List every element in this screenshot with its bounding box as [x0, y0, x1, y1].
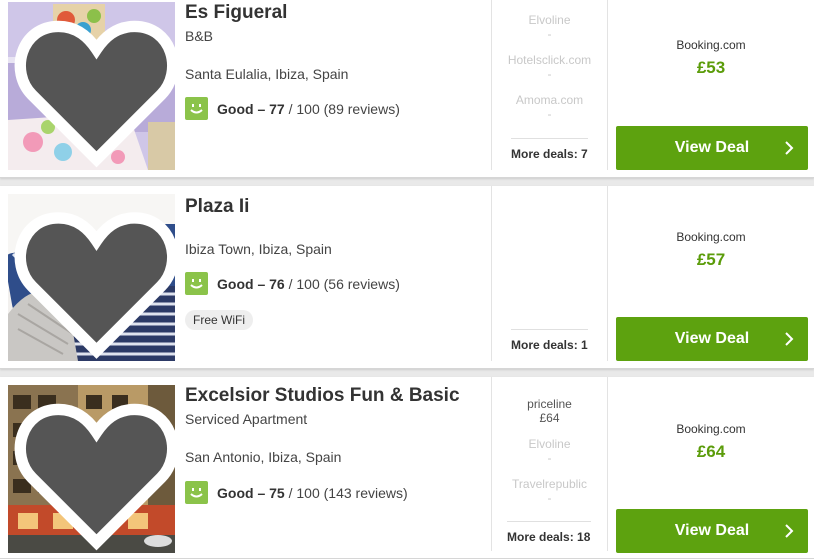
chevron-right-icon — [785, 141, 794, 155]
hotel-card: Es Figueral B&B Santa Eulalia, Ibiza, Sp… — [0, 0, 814, 178]
view-deal-label: View Deal — [674, 139, 750, 156]
deal-price: - — [547, 107, 552, 121]
other-deal[interactable]: Hotelsclick.com - — [492, 53, 607, 81]
other-deal[interactable]: Travelrepublic - — [492, 477, 607, 505]
best-deal-price[interactable]: £64 — [608, 442, 814, 462]
hotel-info: Plaza Ii Ibiza Town, Ibiza, Spain Good –… — [185, 186, 485, 330]
divider — [607, 0, 608, 170]
best-deal-site: Booking.com — [676, 230, 746, 244]
rating-score: 77 — [269, 100, 285, 117]
divider — [607, 186, 608, 361]
view-deal-label: View Deal — [674, 522, 750, 539]
deal-site: Elvoline — [528, 13, 571, 27]
other-deal[interactable]: priceline £64 — [492, 397, 607, 425]
best-deal-price[interactable]: £57 — [608, 250, 814, 270]
hotel-location: Ibiza Town, Ibiza, Spain — [185, 241, 332, 257]
deal-site: Elvoline — [528, 437, 571, 451]
rating-dash: – — [257, 484, 266, 501]
deal-site: Amoma.com — [515, 93, 584, 107]
hotel-type: Serviced Apartment — [185, 411, 308, 427]
more-deals-link[interactable]: More deals: 1 — [511, 329, 588, 352]
chevron-right-icon — [785, 524, 794, 538]
favorite-heart-icon[interactable] — [13, 390, 175, 553]
smiley-rating-icon — [185, 481, 208, 504]
best-deal-site: Booking.com — [676, 422, 746, 436]
favorite-heart-icon[interactable] — [13, 7, 175, 170]
other-deals: Elvoline - Hotelsclick.com - Amoma.com - — [492, 13, 607, 133]
hotel-info: Es Figueral B&B Santa Eulalia, Ibiza, Sp… — [185, 0, 485, 120]
deal-price: - — [547, 27, 552, 41]
view-deal-button[interactable]: View Deal — [616, 317, 808, 361]
chevron-right-icon — [785, 332, 794, 346]
best-deal: Booking.com £64 — [608, 422, 814, 462]
hotel-type: B&B — [185, 28, 214, 44]
rating-reviews: / 100 (143 reviews) — [288, 484, 408, 501]
more-deals-link[interactable]: More deals: 18 — [507, 521, 591, 544]
deal-price: £64 — [539, 411, 560, 425]
view-deal-label: View Deal — [674, 330, 750, 347]
rating-word: Good — [217, 275, 254, 292]
best-deal-price[interactable]: £53 — [608, 58, 814, 78]
rating-dash: – — [257, 275, 266, 292]
hotel-info: Excelsior Studios Fun & Basic Serviced A… — [185, 377, 485, 504]
other-deals: priceline £64 Elvoline - Travelrepublic - — [492, 397, 607, 517]
rating[interactable]: Good – 77 / 100 (89 reviews) — [185, 97, 400, 120]
hotel-name[interactable]: Excelsior Studios Fun & Basic — [185, 385, 485, 407]
deal-price: - — [547, 67, 552, 81]
best-deal: Booking.com £57 — [608, 230, 814, 270]
deal-price: - — [547, 491, 552, 505]
favorite-heart-icon[interactable] — [13, 199, 175, 361]
hotel-card: Excelsior Studios Fun & Basic Serviced A… — [0, 377, 814, 559]
hotel-photo[interactable] — [8, 2, 175, 170]
rating-word: Good — [217, 100, 254, 117]
best-deal-site: Booking.com — [676, 38, 746, 52]
hotel-name[interactable]: Plaza Ii — [185, 196, 485, 218]
rating-reviews: / 100 (89 reviews) — [288, 100, 400, 117]
hotel-photo[interactable] — [8, 385, 175, 553]
rating[interactable]: Good – 76 / 100 (56 reviews) — [185, 272, 400, 295]
hotel-name[interactable]: Es Figueral — [185, 2, 485, 24]
amenity-chip-free-wifi: Free WiFi — [185, 310, 253, 330]
other-deal[interactable]: Elvoline - — [492, 13, 607, 41]
view-deal-button[interactable]: View Deal — [616, 509, 808, 553]
view-deal-button[interactable]: View Deal — [616, 126, 808, 170]
hotel-results-list: Es Figueral B&B Santa Eulalia, Ibiza, Sp… — [0, 0, 814, 559]
hotel-photo[interactable] — [8, 194, 175, 361]
smiley-rating-icon — [185, 97, 208, 120]
rating-dash: – — [257, 100, 266, 117]
hotel-location: San Antonio, Ibiza, Spain — [185, 449, 342, 465]
divider — [491, 186, 492, 361]
more-deals-link[interactable]: More deals: 7 — [511, 138, 588, 161]
deal-site: priceline — [527, 397, 572, 411]
rating-score: 76 — [269, 275, 285, 292]
rating-score: 75 — [269, 484, 285, 501]
divider — [607, 377, 608, 551]
rating[interactable]: Good – 75 / 100 (143 reviews) — [185, 481, 408, 504]
deal-site: Hotelsclick.com — [507, 53, 592, 67]
hotel-card: Plaza Ii Ibiza Town, Ibiza, Spain Good –… — [0, 186, 814, 369]
rating-word: Good — [217, 484, 254, 501]
smiley-rating-icon — [185, 272, 208, 295]
hotel-location: Santa Eulalia, Ibiza, Spain — [185, 66, 349, 82]
deal-site: Travelrepublic — [512, 477, 587, 491]
best-deal: Booking.com £53 — [608, 38, 814, 78]
deal-price: - — [547, 451, 552, 465]
other-deal[interactable]: Elvoline - — [492, 437, 607, 465]
other-deal[interactable]: Amoma.com - — [492, 93, 607, 121]
rating-reviews: / 100 (56 reviews) — [288, 275, 400, 292]
